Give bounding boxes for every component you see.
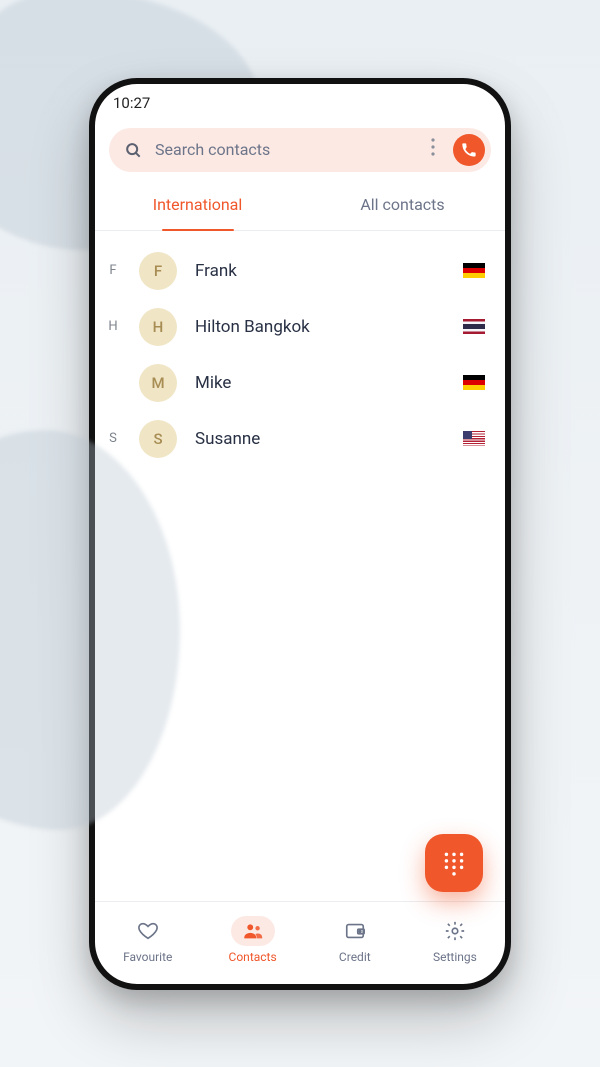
contact-row[interactable]: M Mike	[95, 355, 505, 411]
call-button[interactable]	[453, 134, 485, 166]
bottom-nav: Favourite Contacts Credit Settings	[95, 901, 505, 984]
wallet-icon	[333, 916, 377, 946]
dialpad-fab[interactable]	[425, 834, 483, 892]
nav-favourite[interactable]: Favourite	[123, 916, 172, 964]
nav-contacts[interactable]: Contacts	[229, 916, 277, 964]
gear-icon	[433, 916, 477, 946]
more-options-icon[interactable]	[425, 138, 441, 162]
heart-icon	[126, 916, 170, 946]
flag-icon	[463, 375, 485, 390]
search-bar-container: Search contacts	[95, 122, 505, 172]
tab-international[interactable]: International	[95, 180, 300, 230]
index-letter: S	[103, 431, 123, 446]
avatar: S	[139, 420, 177, 458]
nav-settings[interactable]: Settings	[433, 916, 477, 964]
contact-row[interactable]: S S Susanne	[95, 411, 505, 467]
dialpad-icon	[441, 850, 467, 876]
nav-label: Contacts	[229, 950, 277, 964]
search-bar[interactable]: Search contacts	[109, 128, 491, 172]
contact-name: Hilton Bangkok	[195, 317, 453, 337]
tab-all-contacts[interactable]: All contacts	[300, 180, 505, 230]
index-letter: F	[103, 263, 123, 278]
flag-icon	[463, 319, 485, 334]
avatar: H	[139, 308, 177, 346]
contacts-list: F F Frank H H Hilton Bangkok M Mike S S …	[95, 231, 505, 901]
search-icon	[123, 140, 143, 160]
nav-credit[interactable]: Credit	[333, 916, 377, 964]
nav-label: Credit	[339, 950, 371, 964]
avatar: F	[139, 252, 177, 290]
tab-label: International	[153, 195, 243, 214]
tab-label: All contacts	[360, 195, 444, 214]
contact-name: Mike	[195, 373, 453, 393]
contacts-icon	[231, 916, 275, 946]
contact-row[interactable]: H H Hilton Bangkok	[95, 299, 505, 355]
index-letter: H	[103, 319, 123, 334]
contact-name: Susanne	[195, 429, 453, 449]
nav-label: Settings	[433, 950, 477, 964]
flag-icon	[463, 263, 485, 278]
avatar: M	[139, 364, 177, 402]
app-screen: 10:27 Search contacts International	[95, 84, 505, 984]
contact-name: Frank	[195, 261, 453, 281]
phone-frame: 10:27 Search contacts International	[89, 78, 511, 990]
tabs: International All contacts	[95, 180, 505, 231]
nav-label: Favourite	[123, 950, 172, 964]
status-time: 10:27	[113, 94, 150, 112]
contact-row[interactable]: F F Frank	[95, 243, 505, 299]
status-bar: 10:27	[95, 84, 505, 122]
search-input[interactable]: Search contacts	[155, 140, 413, 159]
flag-icon	[463, 431, 485, 446]
